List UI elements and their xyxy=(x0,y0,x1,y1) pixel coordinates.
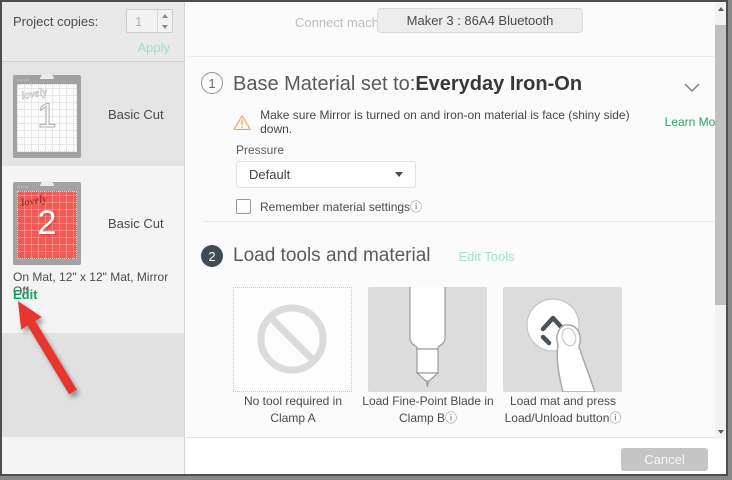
down-arrow-icon xyxy=(718,430,724,434)
load-unload-button-icon xyxy=(503,287,622,392)
header-divider xyxy=(186,56,719,57)
copies-increment-button[interactable] xyxy=(158,10,172,21)
scroll-up-button[interactable] xyxy=(715,2,726,16)
section-divider xyxy=(203,221,719,222)
remember-settings-row: Remember material settings ⓘ xyxy=(236,198,422,215)
step2-title: Load tools and material xyxy=(233,245,431,267)
edit-tools-button[interactable]: Edit Tools xyxy=(459,249,515,264)
step1-number-badge: 1 xyxy=(201,72,223,94)
copies-spinner xyxy=(157,10,172,32)
project-copies-label: Project copies: xyxy=(13,14,98,29)
mat-item-1[interactable]: cricut lovely 1 Basic Cut xyxy=(2,62,184,166)
up-arrow-icon xyxy=(718,7,724,11)
mat-brand-label: cricut xyxy=(17,77,29,82)
project-copies-stepper xyxy=(126,9,173,33)
tool-card-load-button xyxy=(503,287,622,392)
mat-tab xyxy=(40,181,54,186)
step2-number-badge: 2 xyxy=(201,245,223,267)
tool-card-clamp-b xyxy=(368,287,487,392)
edit-mat-button[interactable]: Edit xyxy=(13,287,38,302)
info-icon[interactable]: ⓘ xyxy=(445,411,457,425)
down-arrow-icon xyxy=(162,25,168,29)
step2-header: Load tools and material Edit Tools xyxy=(233,245,515,267)
tool-card-caption: No tool required in Clamp A xyxy=(218,393,368,427)
mirror-warning: Make sure Mirror is turned on and iron-o… xyxy=(233,108,726,136)
step1-title-prefix: Base Material set to: xyxy=(233,73,415,95)
caption-line2: Clamp B xyxy=(399,411,445,425)
cancel-button[interactable]: Cancel xyxy=(621,448,708,471)
warning-icon xyxy=(233,114,251,131)
mat-tab xyxy=(40,74,54,79)
mat-linetype-label: Basic Cut xyxy=(108,107,164,122)
step1-title: Base Material set to:Everyday Iron-On xyxy=(233,73,582,96)
action-footer: Cancel xyxy=(186,437,726,474)
remember-settings-checkbox[interactable] xyxy=(236,199,251,214)
mat-sidebar: Project copies: Apply cricut lovely 1 Ba… xyxy=(2,2,185,476)
dropdown-caret-icon xyxy=(395,172,403,177)
mat-preview-1: lovely 1 xyxy=(17,84,77,152)
project-copies-input[interactable] xyxy=(127,10,157,32)
info-icon[interactable]: ⓘ xyxy=(609,411,621,425)
make-panel: Connect machine Maker 3 : 86A4 Bluetooth… xyxy=(186,2,726,474)
scrollbar xyxy=(715,2,726,439)
tool-card-caption: Load mat and press Load/Unload buttonⓘ xyxy=(488,393,638,427)
caption-line2: Load/Unload button xyxy=(505,411,610,425)
mat-thumbnail-1: cricut lovely 1 xyxy=(13,75,81,158)
make-it-screen: Project copies: Apply cricut lovely 1 Ba… xyxy=(0,0,728,476)
remember-settings-label: Remember material settings xyxy=(260,200,410,214)
copies-decrement-button[interactable] xyxy=(158,21,172,32)
tool-card-clamp-a xyxy=(233,287,352,392)
pressure-select[interactable]: Default xyxy=(236,161,416,188)
mat-number: 1 xyxy=(18,99,76,133)
apply-button[interactable]: Apply xyxy=(137,40,170,55)
mat-thumbnail-2: cricut lovely 2 xyxy=(13,182,81,265)
caption-line2: Clamp A xyxy=(270,411,315,425)
mat-preview-2: lovely 2 xyxy=(17,191,77,259)
info-icon[interactable]: ⓘ xyxy=(410,198,422,215)
project-copies-panel: Project copies: Apply xyxy=(2,2,184,62)
up-arrow-icon xyxy=(162,14,168,18)
pressure-value: Default xyxy=(249,167,395,182)
empty-mat-slot xyxy=(2,333,184,437)
mat-item-2[interactable]: cricut lovely 2 Basic Cut xyxy=(2,166,184,333)
warning-text: Make sure Mirror is turned on and iron-o… xyxy=(260,108,646,136)
scroll-thumb[interactable] xyxy=(715,25,726,305)
selected-material-name: Everyday Iron-On xyxy=(415,73,582,95)
pressure-label: Pressure xyxy=(236,143,284,157)
machine-select-button[interactable]: Maker 3 : 86A4 Bluetooth xyxy=(377,8,583,33)
scroll-down-button[interactable] xyxy=(715,425,726,439)
chevron-down-icon[interactable] xyxy=(684,80,700,98)
no-tool-icon xyxy=(234,288,351,391)
mat-brand-label: cricut xyxy=(17,184,29,189)
mat-number: 2 xyxy=(18,206,76,240)
fine-point-blade-icon xyxy=(368,287,487,392)
caption-line1: Load Fine-Point Blade in xyxy=(362,394,493,408)
mat-linetype-label: Basic Cut xyxy=(108,216,164,231)
caption-line1: No tool required in xyxy=(244,394,342,408)
caption-line1: Load mat and press xyxy=(510,394,616,408)
tool-card-caption: Load Fine-Point Blade in Clamp Bⓘ xyxy=(353,393,503,427)
mat-settings-summary: On Mat, 12" x 12" Mat, Mirror Off xyxy=(13,270,184,298)
